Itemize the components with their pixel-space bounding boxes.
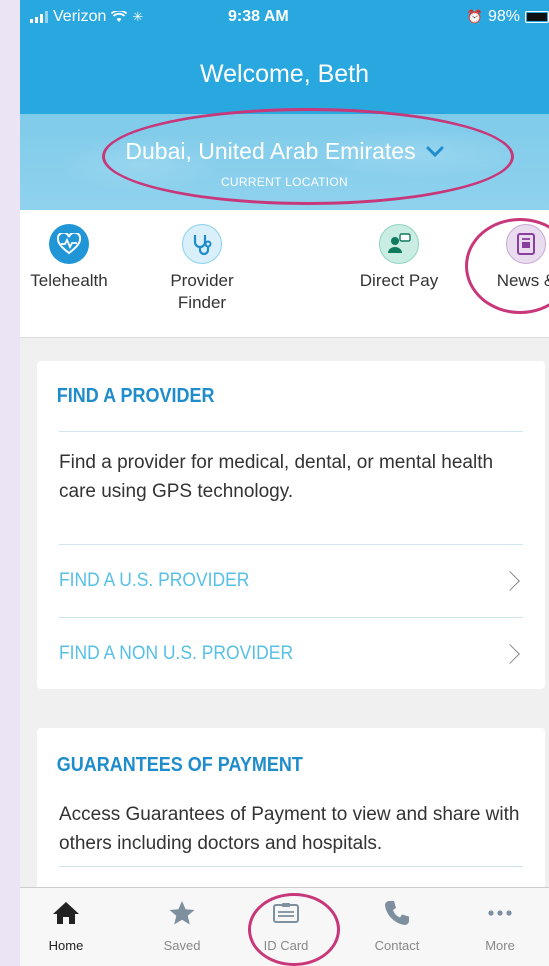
battery-percent: 98% xyxy=(487,8,520,25)
location-caption: CURRENT LOCATION xyxy=(220,175,349,189)
tile-provider-finder[interactable]: Provider Finder xyxy=(137,224,267,314)
link-label: FIND A NON U.S. PROVIDER xyxy=(59,643,294,664)
tile-label: Telehealth xyxy=(30,271,108,290)
status-time: 9:38 AM xyxy=(228,8,289,25)
tab-more[interactable]: More xyxy=(450,888,549,953)
tab-id-card[interactable]: ID Card xyxy=(236,888,336,953)
activity-spinner-icon: ✳ xyxy=(132,9,144,24)
phone-screen: Verizon ✳ 9:38 AM ⏰ 98% Welcome, Beth Du… xyxy=(20,0,549,966)
tile-label: Provider Finder xyxy=(170,271,234,312)
location-banner[interactable]: Dubai, United Arab Emirates CURRENT LOCA… xyxy=(20,114,549,210)
find-us-provider-link[interactable]: FIND A U.S. PROVIDER xyxy=(59,544,523,617)
location-name: Dubai, United Arab Emirates xyxy=(125,138,416,164)
find-non-us-provider-link[interactable]: FIND A NON U.S. PROVIDER xyxy=(59,617,523,690)
stethoscope-icon xyxy=(182,224,222,264)
tile-direct-pay[interactable]: Direct Pay xyxy=(334,224,464,292)
chevron-down-icon xyxy=(426,146,444,157)
tab-contact[interactable]: Contact xyxy=(347,888,447,953)
tile-label: Direct Pay xyxy=(359,271,439,290)
tab-label: Contact xyxy=(374,938,420,953)
find-provider-card: FIND A PROVIDER Find a provider for medi… xyxy=(37,361,545,689)
location-selector[interactable]: Dubai, United Arab Emirates xyxy=(125,138,444,165)
id-card-icon xyxy=(236,888,336,938)
quick-actions: Telehealth Provider Finder Direct Pay Ne… xyxy=(20,210,549,338)
tab-label: Home xyxy=(48,938,84,953)
page-title: Welcome, Beth xyxy=(199,59,370,88)
link-label: FIND A U.S. PROVIDER xyxy=(59,570,250,591)
chat-person-icon xyxy=(379,224,419,264)
tab-saved[interactable]: Saved xyxy=(132,888,232,953)
carrier-name: Verizon xyxy=(53,8,107,25)
status-bar: Verizon ✳ 9:38 AM ⏰ 98% xyxy=(20,0,549,34)
tile-news[interactable]: News & xyxy=(461,224,549,292)
tab-bar: Home Saved ID Card Contact More xyxy=(20,887,549,966)
card-description: Find a provider for medical, dental, or … xyxy=(59,452,494,502)
card-title: FIND A PROVIDER xyxy=(56,385,215,407)
chevron-right-icon xyxy=(500,644,520,664)
tab-label: More xyxy=(485,938,515,953)
tile-telehealth[interactable]: Telehealth xyxy=(20,224,134,292)
tile-label: News & xyxy=(496,271,549,290)
card-description: Access Guarantees of Payment to view and… xyxy=(59,804,520,854)
tab-home[interactable]: Home xyxy=(20,888,116,953)
card-title: GUARANTEES OF PAYMENT xyxy=(56,754,303,776)
divider xyxy=(59,866,523,867)
wifi-icon xyxy=(111,11,128,22)
tab-label: Saved xyxy=(163,938,201,953)
battery-icon xyxy=(525,11,549,23)
newspaper-icon xyxy=(506,224,546,264)
app-header: Welcome, Beth xyxy=(20,34,549,114)
signal-icon xyxy=(30,11,48,23)
star-icon xyxy=(132,888,232,938)
chevron-right-icon xyxy=(500,571,520,591)
tab-label: ID Card xyxy=(263,938,309,953)
home-icon xyxy=(20,888,116,938)
heartbeat-icon xyxy=(49,224,89,264)
alarm-icon: ⏰ xyxy=(466,9,483,24)
more-dots-icon xyxy=(450,888,549,938)
phone-icon xyxy=(347,888,447,938)
